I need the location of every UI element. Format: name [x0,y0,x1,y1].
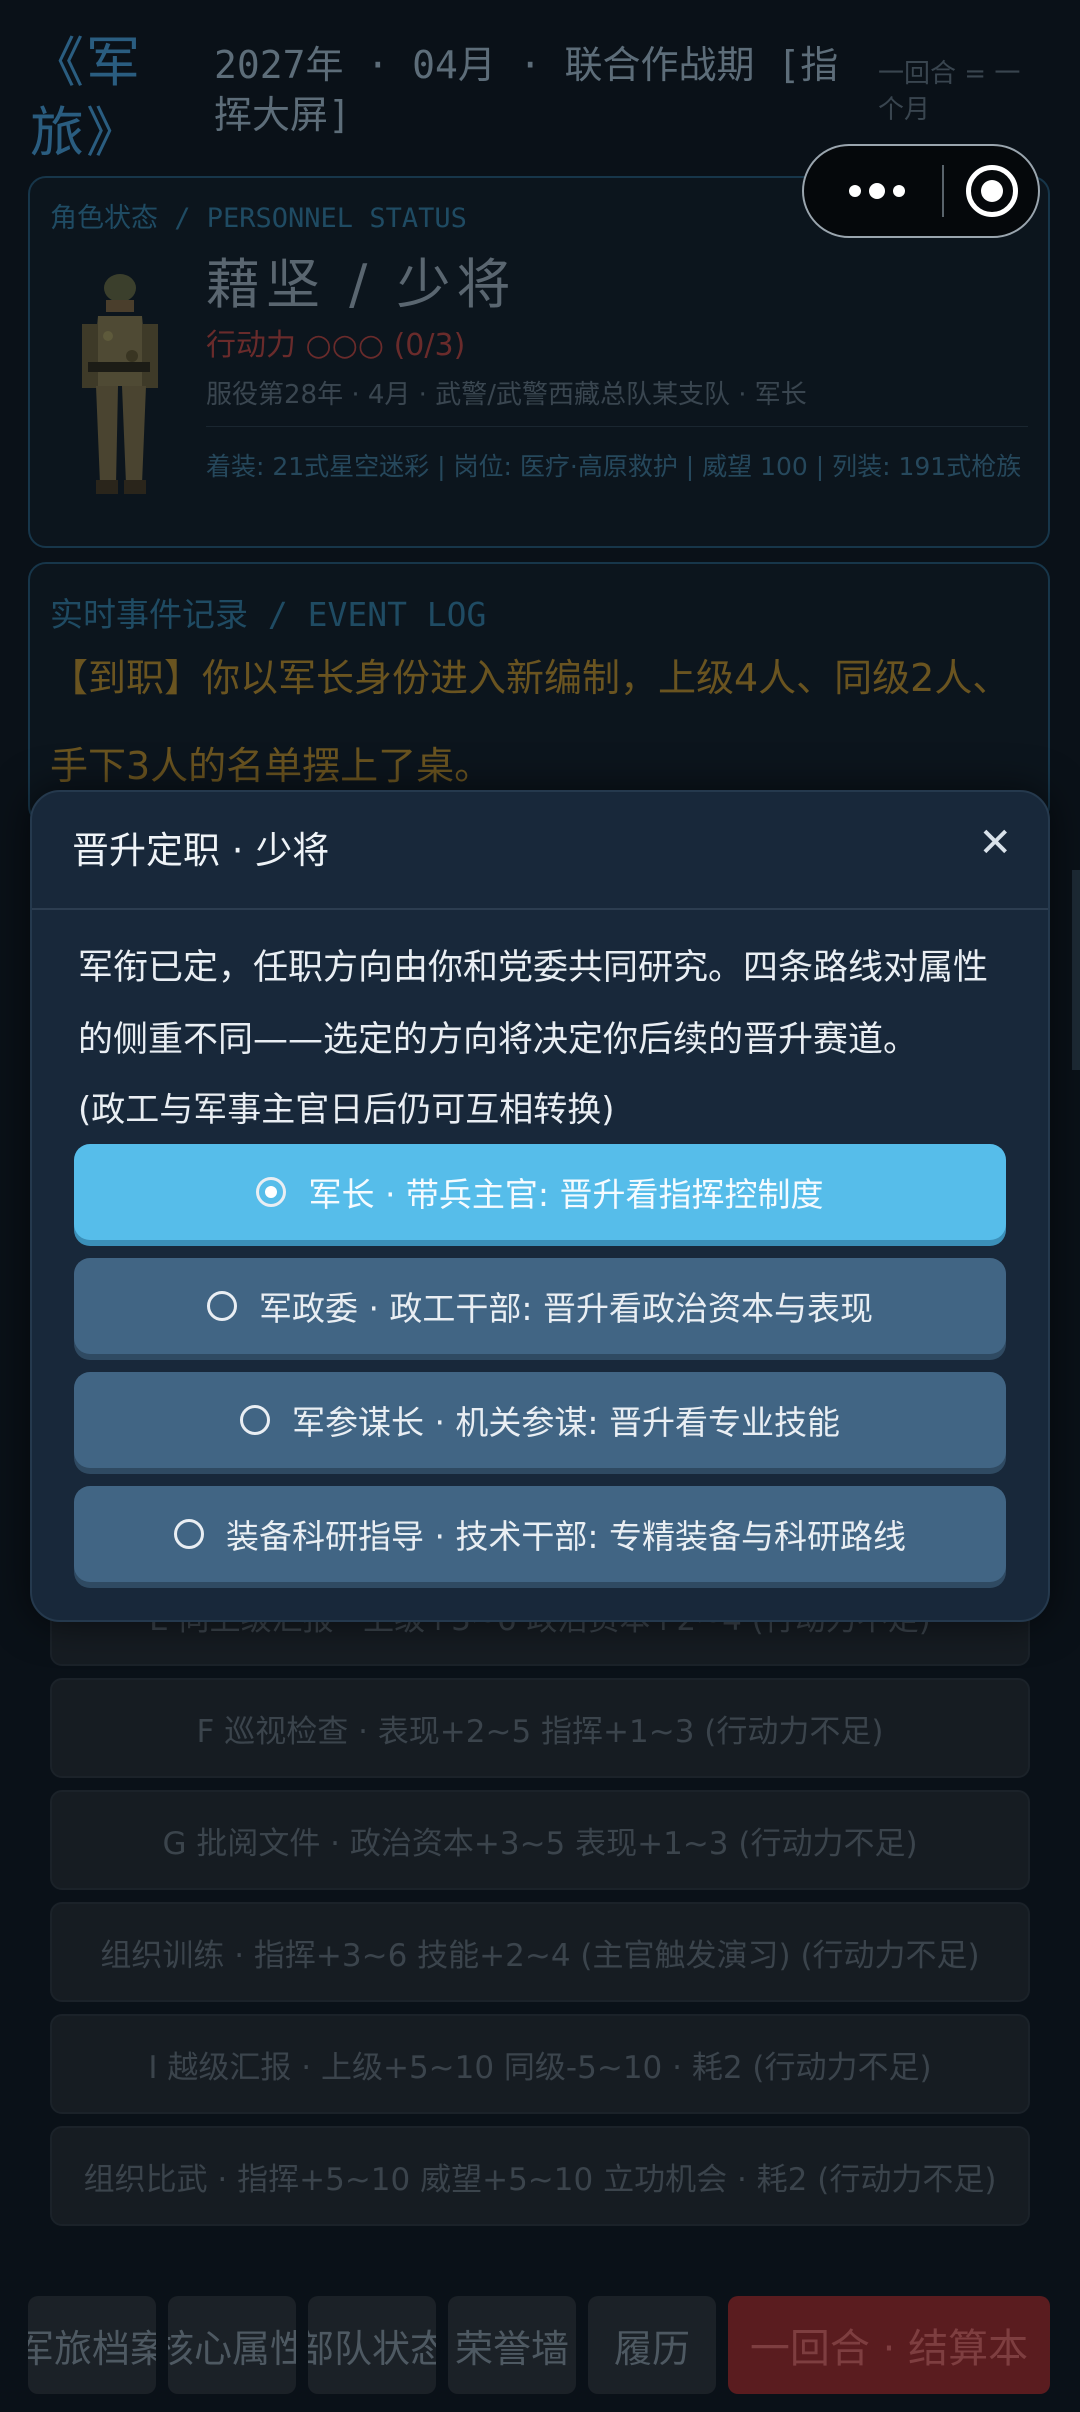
option-label: 军长 · 带兵主官: 晋升看指挥控制度 [308,1175,824,1214]
option-corps-commander[interactable]: 军长 · 带兵主官: 晋升看指挥控制度 [74,1144,1006,1240]
more-dots-icon[interactable] [834,183,920,199]
scrollbar[interactable] [1072,870,1080,1070]
nav-resume[interactable]: 履历 [588,2296,716,2394]
option-label: 装备科研指导 · 技术干部: 专精装备与科研路线 [225,1517,907,1556]
gear-info: 着装: 21式星空迷彩 | 岗位: 医疗·高原救护 | 威望 100 | 列装:… [206,452,1022,481]
game-date: 2027年 · 04月 · 联合作战期 [指挥大屏] [214,43,839,137]
career-options: 军长 · 带兵主官: 晋升看指挥控制度 军政委 · 政工干部: 晋升看政治资本与… [74,1144,1006,1600]
turn-hint: 一回合 = 一个月 [878,59,1021,125]
nav-core-attributes[interactable]: 核心属性 [168,2296,296,2394]
event-log-card: 实时事件记录 / EVENT LOG 【到职】你以军长身份进入新编制，上级4人、… [28,562,1050,824]
option-label: 军参谋长 · 机关参谋: 晋升看专业技能 [291,1403,841,1442]
promotion-dialog: 晋升定职 · 少将 ✕ 军衔已定，任职方向由你和党委共同研究。四条路线对属性的侧… [30,790,1050,1622]
action-skip-level-report[interactable]: I 越级汇报 · 上级+5~10 同级-5~10 · 耗2 (行动力不足) [50,2014,1030,2114]
option-political-commissar[interactable]: 军政委 · 政工干部: 晋升看政治资本与表现 [74,1258,1006,1354]
action-training[interactable]: 组织训练 · 指挥+3~6 技能+2~4 (主官触发演习) (行动力不足) [50,1902,1030,2002]
option-chief-of-staff[interactable]: 军参谋长 · 机关参谋: 晋升看专业技能 [74,1372,1006,1468]
nav-honor-wall[interactable]: 荣誉墙 [448,2296,576,2394]
soldier-avatar [82,274,158,494]
event-log-title: 实时事件记录 / EVENT LOG [50,595,487,634]
capsule-divider [942,165,944,217]
bottom-nav: 军旅档案 核心属性 部队状态 荣誉墙 履历 一回合 · 结算本 [28,2296,1050,2394]
option-label: 军政委 · 政工干部: 晋升看政治资本与表现 [258,1289,874,1328]
radio-icon [239,1405,270,1435]
app-brand: 《军旅》 [30,31,142,164]
target-icon[interactable] [966,165,1018,217]
dialog-body: 军衔已定，任职方向由你和党委共同研究。四条路线对属性的侧重不同——选定的方向将决… [78,948,989,1060]
close-icon[interactable]: ✕ [978,820,1012,866]
action-points: 行动力 ○○○ (0/3) [206,328,466,363]
nav-unit-status[interactable]: 部队状态 [308,2296,436,2394]
end-turn-button[interactable]: 一回合 · 结算本 [728,2296,1050,2394]
dialog-divider [32,908,1048,910]
radio-selected-icon [256,1177,287,1207]
radio-icon [206,1291,237,1321]
dialog-title: 晋升定职 · 少将 [72,829,330,872]
service-info: 服役第28年 · 4月 · 武警/武警西藏总队某支队 · 军长 [206,380,807,410]
action-list: E 向上级汇报 · 上级+3~6 政治资本+2~4 (行动力不足) F 巡视检查… [50,1566,1030,2238]
nav-archive[interactable]: 军旅档案 [28,2296,156,2394]
action-competition[interactable]: 组织比武 · 指挥+5~10 威望+5~10 立功机会 · 耗2 (行动力不足) [50,2126,1030,2226]
action-review-docs[interactable]: G 批阅文件 · 政治资本+3~5 表现+1~3 (行动力不足) [50,1790,1030,1890]
action-inspection[interactable]: F 巡视检查 · 表现+2~5 指挥+1~3 (行动力不足) [50,1678,1030,1778]
status-card-title: 角色状态 / PERSONNEL STATUS [50,203,467,234]
event-log-text: 【到职】你以军长身份进入新编制，上级4人、同级2人、手下3人的名单摆上了桌。 [50,656,1011,788]
radio-icon [173,1519,204,1549]
option-equipment-research[interactable]: 装备科研指导 · 技术干部: 专精装备与科研路线 [74,1486,1006,1582]
character-name: 藉坚 / 少将 [206,253,517,316]
dialog-note: (政工与军事主官日后仍可互相转换) [78,1090,615,1130]
divider [206,426,1028,427]
miniprogram-capsule [802,144,1040,238]
